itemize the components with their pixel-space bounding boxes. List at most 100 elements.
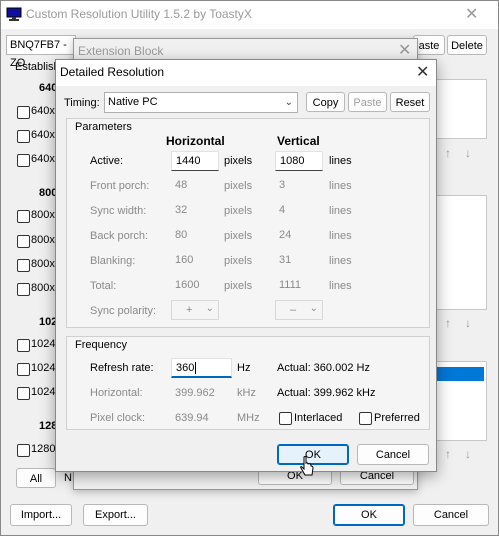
v-total-value: 1111 [279, 279, 302, 291]
up-arrow-icon[interactable]: ↑ [445, 316, 451, 330]
res-label: 1024 [31, 362, 56, 374]
v-back-porch-value: 24 [279, 229, 292, 241]
preferred-checkbox[interactable] [359, 412, 372, 425]
res-checkbox[interactable] [17, 387, 30, 400]
h-total-input[interactable]: 1600 [171, 276, 219, 296]
close-icon[interactable]: ✕ [398, 40, 411, 60]
h-blanking-input[interactable]: 160 [171, 251, 219, 271]
unit-label: pixels [224, 230, 253, 242]
export-button[interactable]: Export... [83, 504, 148, 526]
param-label: Back porch: [90, 230, 149, 242]
down-arrow-icon[interactable]: ↓ [465, 146, 471, 160]
refresh-rate-label: Refresh rate: [90, 362, 154, 374]
res-checkbox[interactable] [17, 339, 30, 352]
import-button[interactable]: Import... [10, 504, 72, 526]
h-active-input[interactable]: 1440 [171, 151, 219, 171]
cancel-button[interactable]: Cancel [413, 504, 489, 526]
right-list-top[interactable] [431, 79, 487, 139]
main-title: Custom Resolution Utility 1.5.2 by Toast… [26, 7, 252, 21]
down-arrow-icon[interactable]: ↓ [465, 316, 471, 330]
dialog-titlebar: Detailed Resolution ✕ [56, 60, 436, 86]
copy-button[interactable]: Copy [306, 92, 345, 112]
import-label: Import... [20, 509, 62, 521]
reset-button[interactable]: Reset [390, 92, 430, 112]
param-label: Active: [90, 155, 124, 167]
res-checkbox[interactable] [17, 106, 30, 119]
unit-label: MHz [237, 412, 260, 424]
unit-label: pixels [224, 155, 253, 167]
text-cursor [195, 362, 197, 374]
unit-label: lines [329, 230, 352, 242]
h-front-porch-input[interactable]: 48 [171, 176, 219, 196]
unit-label: Hz [237, 362, 251, 374]
delete-button[interactable]: Delete [447, 35, 487, 55]
res-checkbox[interactable] [17, 154, 30, 167]
unit-label: lines [329, 180, 352, 192]
parameters-label: Parameters [75, 121, 132, 133]
v-back-porch-input[interactable]: 24 [275, 226, 323, 246]
res-checkbox[interactable] [17, 210, 30, 223]
dialog-cancel-button[interactable]: Cancel [357, 444, 429, 465]
res-label: 800x [31, 209, 55, 221]
refresh-actual: Actual: 360.002 Hz [277, 362, 370, 374]
h-active-value: 1440 [176, 155, 201, 167]
up-arrow-icon[interactable]: ↑ [445, 146, 451, 160]
res-checkbox[interactable] [17, 363, 30, 376]
h-sync-width-value: 32 [175, 204, 188, 216]
h-sync-width-input[interactable]: 32 [171, 201, 219, 221]
pixel-clock-value: 639.94 [175, 412, 209, 424]
delete-label: Delete [451, 40, 483, 52]
res-checkbox[interactable] [17, 235, 30, 248]
monitor-select[interactable]: BNQ7FB7 - ZO [6, 35, 76, 69]
res-label: 1024 [31, 386, 56, 398]
close-icon[interactable]: ✕ [416, 62, 429, 82]
copy-label: Copy [312, 97, 339, 109]
interlaced-label: Interlaced [294, 412, 343, 424]
timing-select[interactable]: Native PC ⌄ [104, 92, 298, 113]
v-polarity-select[interactable]: – ⌄ [275, 300, 323, 320]
h-back-porch-input[interactable]: 80 [171, 226, 219, 246]
res-checkbox[interactable] [17, 283, 30, 296]
v-blanking-value: 31 [279, 254, 292, 266]
res-label: 800x [31, 282, 55, 294]
param-label: Blanking: [90, 255, 136, 267]
h-blanking-value: 160 [175, 254, 194, 266]
vertical-header: Vertical [277, 134, 320, 148]
ok-button[interactable]: OK [333, 504, 405, 526]
selected-row[interactable] [434, 367, 484, 381]
v-front-porch-input[interactable]: 3 [275, 176, 323, 196]
v-total-input[interactable]: 1111 [275, 276, 323, 296]
right-list-bottom[interactable] [431, 361, 487, 441]
h-total-value: 1600 [175, 279, 200, 291]
v-active-input[interactable]: 1080 [275, 151, 323, 171]
res-label: 640x [31, 105, 55, 117]
refresh-rate-value: 360 [176, 362, 195, 374]
paste-button[interactable]: Paste [348, 92, 387, 112]
detailed-resolution-dialog: Detailed Resolution ✕ Timing: Native PC … [55, 59, 437, 472]
down-arrow-icon[interactable]: ↓ [465, 447, 471, 461]
v-blanking-input[interactable]: 31 [275, 251, 323, 271]
dialog-cancel-label: Cancel [375, 449, 411, 461]
frequency-label: Frequency [75, 339, 127, 351]
chevron-down-icon: ⌄ [205, 303, 214, 314]
v-sync-width-input[interactable]: 4 [275, 201, 323, 221]
reset-label: Reset [395, 97, 425, 109]
res-label: 1280 [31, 443, 56, 455]
unit-label: pixels [224, 255, 253, 267]
interlaced-checkbox[interactable] [279, 412, 292, 425]
paste-label: aste [418, 40, 440, 52]
refresh-rate-input[interactable]: 360 [171, 358, 232, 378]
right-list-mid[interactable] [431, 195, 487, 310]
v-sync-width-value: 4 [279, 204, 286, 216]
res-checkbox[interactable] [17, 444, 30, 457]
res-checkbox[interactable] [17, 259, 30, 272]
param-label: Front porch: [90, 180, 150, 192]
close-icon[interactable]: ✕ [465, 4, 478, 24]
extension-block-title: Extension Block [78, 44, 164, 58]
res-checkbox[interactable] [17, 130, 30, 143]
timing-select-value: Native PC [108, 96, 158, 108]
up-arrow-icon[interactable]: ↑ [445, 447, 451, 461]
all-button[interactable]: All [16, 468, 56, 488]
h-polarity-select[interactable]: + ⌄ [171, 300, 219, 320]
res-label: 640x [31, 153, 55, 165]
